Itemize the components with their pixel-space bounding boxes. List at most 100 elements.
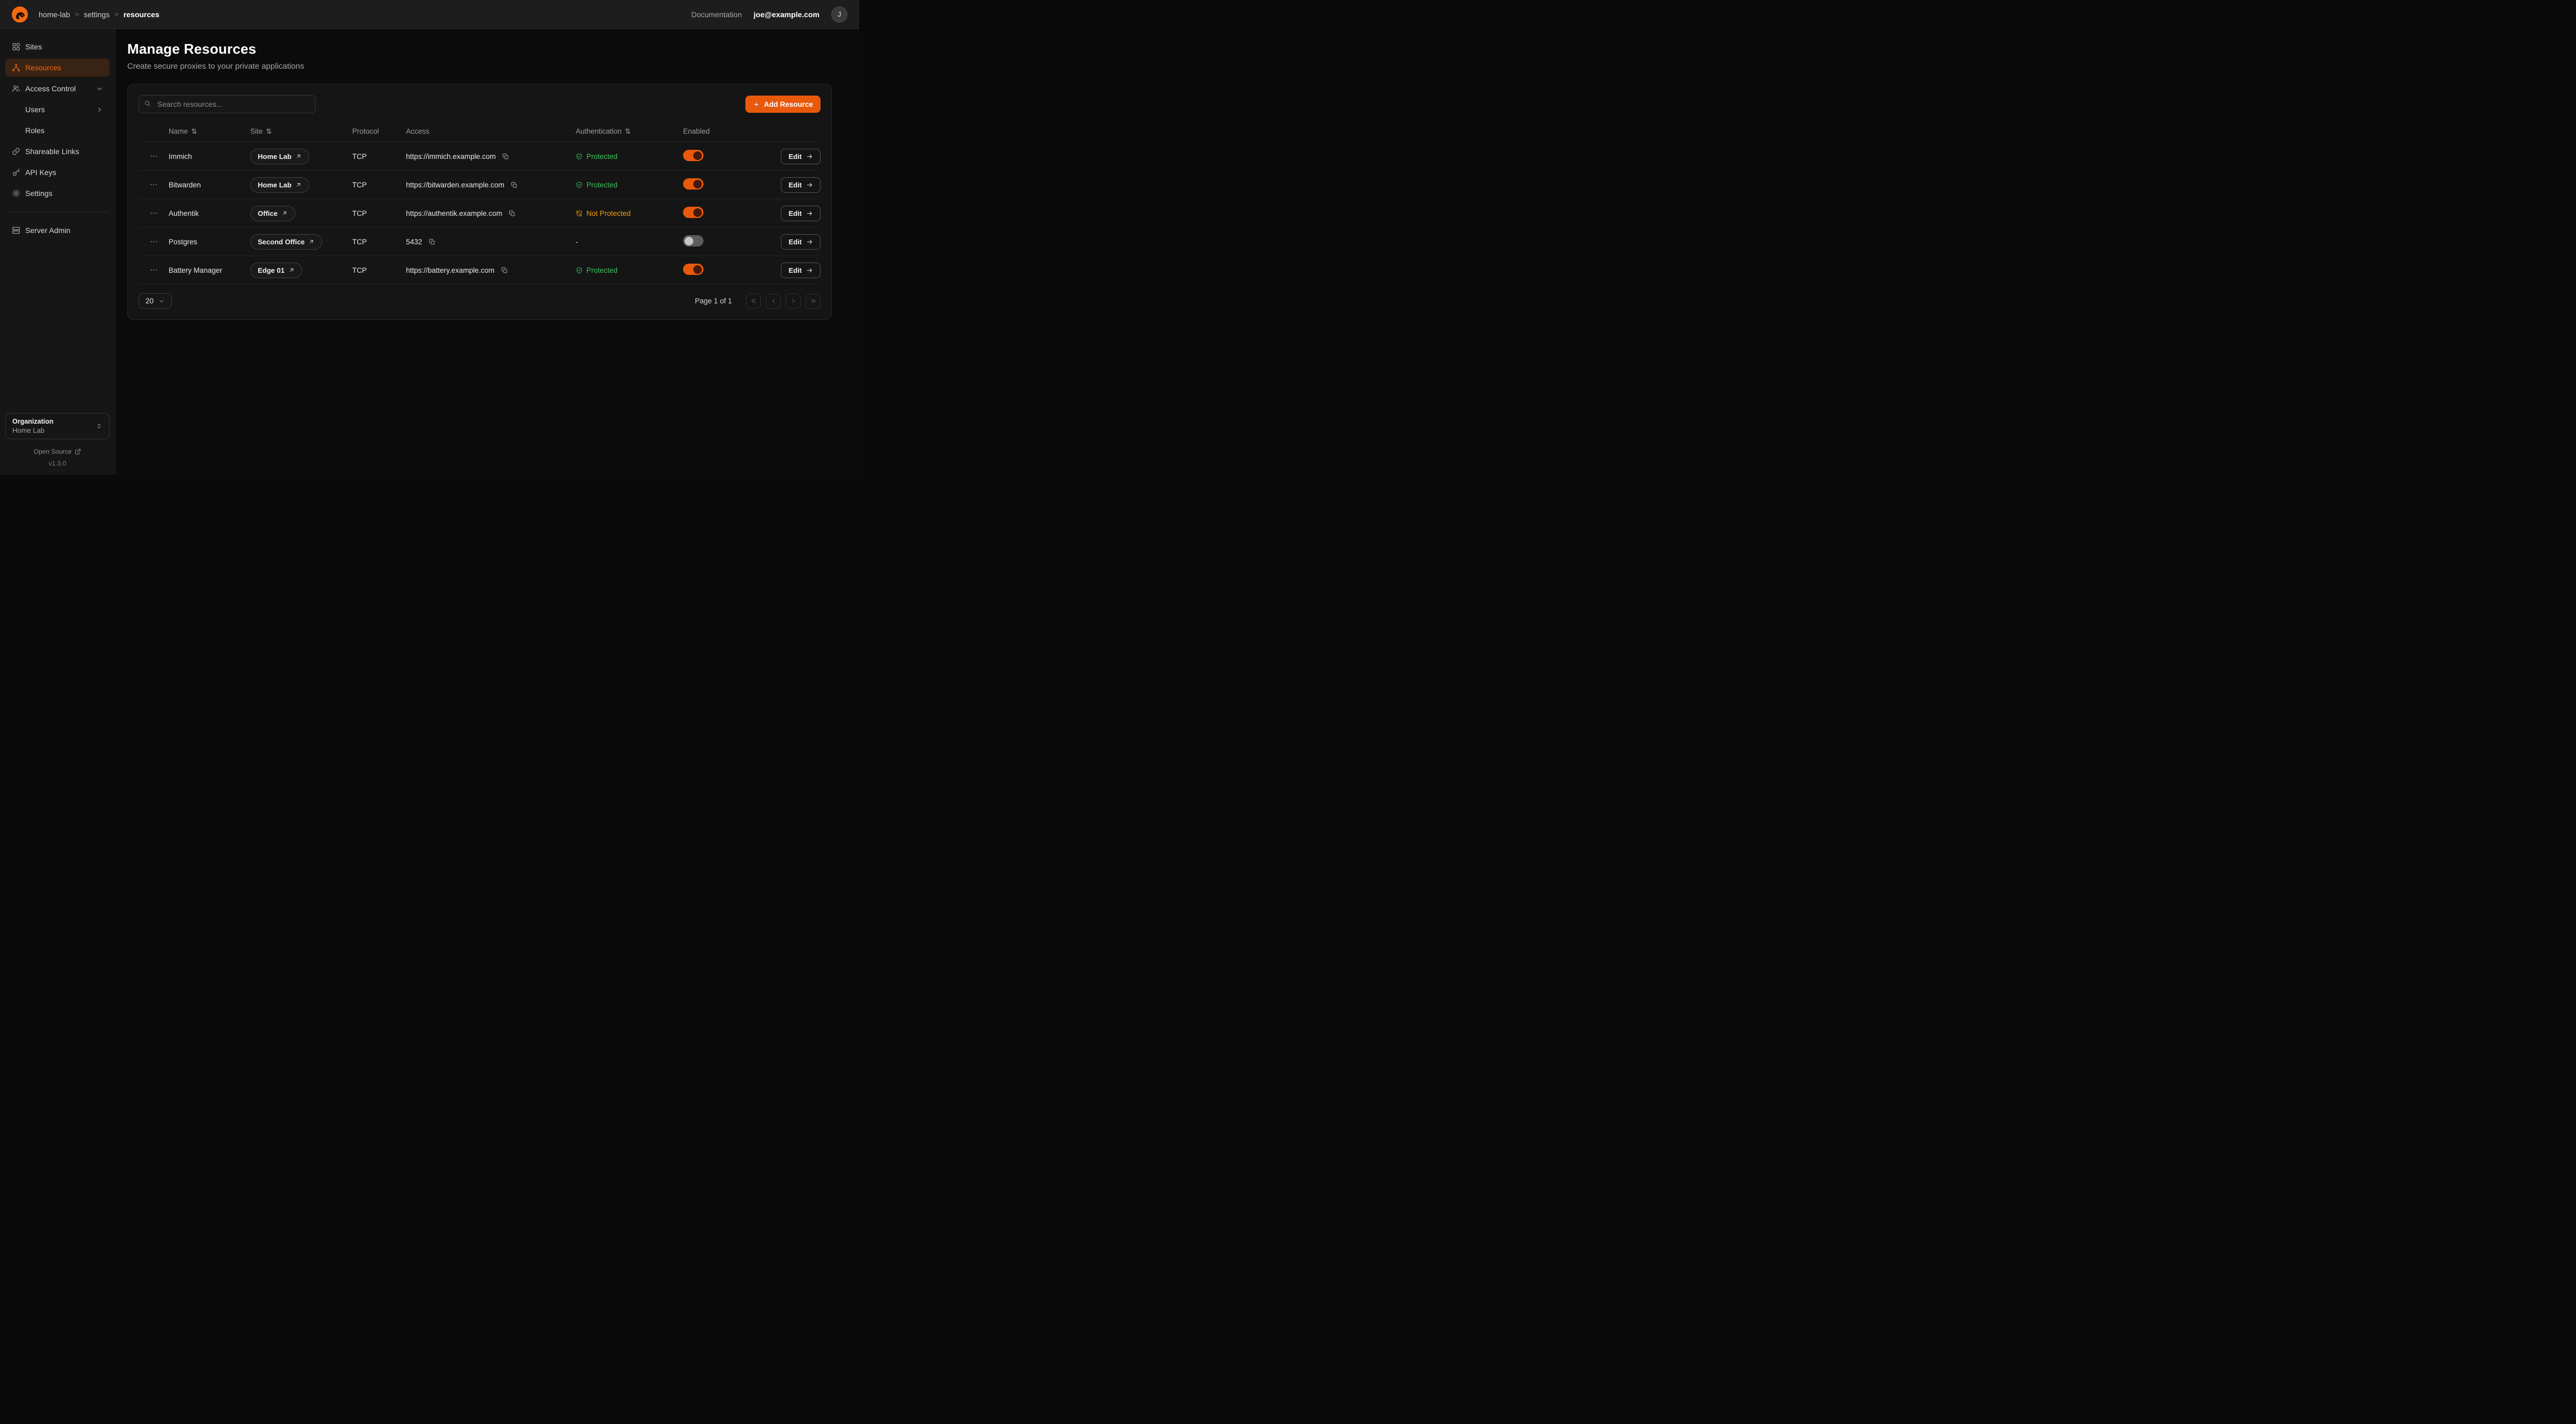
- open-source-label: Open Source: [34, 448, 72, 455]
- sidebar-item-server-admin[interactable]: Server Admin: [5, 221, 110, 239]
- arrow-up-right-icon: [281, 210, 288, 216]
- sidebar-item-api-keys[interactable]: API Keys: [5, 163, 110, 181]
- row-menu-button[interactable]: [147, 150, 160, 163]
- auth-status: -: [576, 238, 683, 246]
- row-menu-button[interactable]: [147, 235, 160, 248]
- prev-page-button[interactable]: [766, 294, 781, 309]
- copy-button[interactable]: [510, 180, 519, 190]
- header-name[interactable]: Name ⇅: [169, 127, 250, 136]
- sidebar-item-resources[interactable]: Resources: [5, 59, 110, 77]
- sidebar-item-label: Access Control: [25, 84, 76, 93]
- chevrons-up-down-icon: [96, 423, 103, 430]
- last-page-button[interactable]: [806, 294, 821, 309]
- ellipsis-icon: [149, 266, 158, 274]
- resource-protocol: TCP: [352, 238, 406, 246]
- open-source-link[interactable]: Open Source: [5, 448, 110, 455]
- breadcrumb-org[interactable]: home-lab: [39, 10, 70, 19]
- auth-status: Not Protected: [576, 209, 683, 217]
- ellipsis-icon: [149, 180, 158, 189]
- shield-check-icon: [576, 181, 583, 188]
- waypoints-icon: [12, 63, 20, 72]
- breadcrumb-resources[interactable]: resources: [124, 10, 159, 19]
- access-cell: 5432: [406, 237, 576, 246]
- sidebar-item-roles[interactable]: Roles: [5, 121, 110, 140]
- breadcrumb-settings[interactable]: settings: [84, 10, 110, 19]
- row-menu-button[interactable]: [147, 207, 160, 220]
- search-input[interactable]: [139, 95, 316, 113]
- site-link[interactable]: Office: [250, 206, 295, 221]
- edit-button[interactable]: Edit: [781, 177, 821, 193]
- auth-status: Protected: [576, 266, 683, 274]
- auth-status-label: -: [576, 238, 578, 246]
- site-link[interactable]: Home Lab: [250, 177, 309, 193]
- page-subtitle: Create secure proxies to your private ap…: [127, 62, 845, 71]
- edit-button[interactable]: Edit: [781, 149, 821, 164]
- enabled-toggle[interactable]: [683, 264, 703, 275]
- header-access-label: Access: [406, 127, 430, 135]
- enabled-toggle[interactable]: [683, 178, 703, 190]
- page-info: Page 1 of 1: [695, 297, 732, 305]
- app-logo: [12, 6, 28, 23]
- site-link[interactable]: Home Lab: [250, 149, 309, 164]
- copy-button[interactable]: [501, 152, 510, 161]
- enabled-cell: [683, 178, 756, 191]
- page-title: Manage Resources: [127, 41, 845, 57]
- sidebar-item-settings[interactable]: Settings: [5, 184, 110, 202]
- arrow-right-icon: [806, 181, 813, 188]
- site-link[interactable]: Second Office: [250, 234, 322, 250]
- organization-select[interactable]: Organization Home Lab: [5, 413, 110, 439]
- header-site[interactable]: Site ⇅: [250, 127, 352, 136]
- enabled-toggle[interactable]: [683, 235, 703, 246]
- card-footer: 20 Page 1 of 1: [139, 293, 821, 309]
- table-row: Authentik Office TCP https://authentik.e…: [139, 199, 821, 228]
- auth-status: Protected: [576, 152, 683, 161]
- footer-right: Page 1 of 1: [695, 294, 821, 309]
- resource-rows: Immich Home Lab TCP https://immich.examp…: [139, 142, 821, 285]
- sidebar-item-sites[interactable]: Sites: [5, 38, 110, 56]
- resource-protocol: TCP: [352, 209, 406, 217]
- sidebar-item-label: Roles: [25, 126, 45, 135]
- edit-button[interactable]: Edit: [781, 206, 821, 221]
- toggle-knob: [693, 180, 702, 188]
- header-protocol: Protocol: [352, 127, 406, 135]
- edit-button[interactable]: Edit: [781, 263, 821, 278]
- enabled-cell: [683, 235, 756, 248]
- grid-icon: [12, 42, 20, 51]
- table-row: Battery Manager Edge 01 TCP https://batt…: [139, 256, 821, 285]
- sidebar-item-users[interactable]: Users: [5, 100, 110, 119]
- enabled-cell: [683, 264, 756, 277]
- user-avatar[interactable]: J: [831, 6, 847, 23]
- row-menu-button[interactable]: [147, 264, 160, 277]
- resource-name: Immich: [169, 152, 250, 161]
- copy-icon: [429, 238, 436, 245]
- resource-protocol: TCP: [352, 152, 406, 161]
- site-link[interactable]: Edge 01: [250, 263, 302, 278]
- copy-button[interactable]: [427, 237, 437, 246]
- copy-button[interactable]: [507, 209, 517, 218]
- site-cell: Office: [250, 206, 352, 221]
- documentation-link[interactable]: Documentation: [691, 10, 742, 19]
- edit-button[interactable]: Edit: [781, 234, 821, 250]
- next-page-button[interactable]: [786, 294, 801, 309]
- enabled-toggle[interactable]: [683, 150, 703, 161]
- chevrons-left-icon: [750, 297, 757, 304]
- row-menu-cell: [139, 207, 169, 220]
- row-menu-button[interactable]: [147, 178, 160, 191]
- main-content: Manage Resources Create secure proxies t…: [115, 29, 859, 475]
- copy-button[interactable]: [500, 266, 509, 275]
- toggle-knob: [685, 237, 693, 245]
- sidebar-item-shareable-links[interactable]: Shareable Links: [5, 142, 110, 161]
- copy-icon: [511, 181, 518, 188]
- edit-cell: Edit: [781, 263, 821, 278]
- auth-status-label: Protected: [586, 266, 618, 274]
- resource-access: https://battery.example.com: [406, 266, 495, 274]
- site-cell: Edge 01: [250, 263, 352, 278]
- enabled-toggle[interactable]: [683, 207, 703, 218]
- first-page-button[interactable]: [746, 294, 761, 309]
- add-resource-button[interactable]: Add Resource: [745, 96, 821, 113]
- sidebar-item-access-control[interactable]: Access Control: [5, 79, 110, 98]
- page-size-select[interactable]: 20: [139, 293, 172, 309]
- sidebar-spacer: [5, 239, 110, 413]
- header-authentication[interactable]: Authentication ⇅: [576, 127, 683, 136]
- edit-cell: Edit: [781, 149, 821, 164]
